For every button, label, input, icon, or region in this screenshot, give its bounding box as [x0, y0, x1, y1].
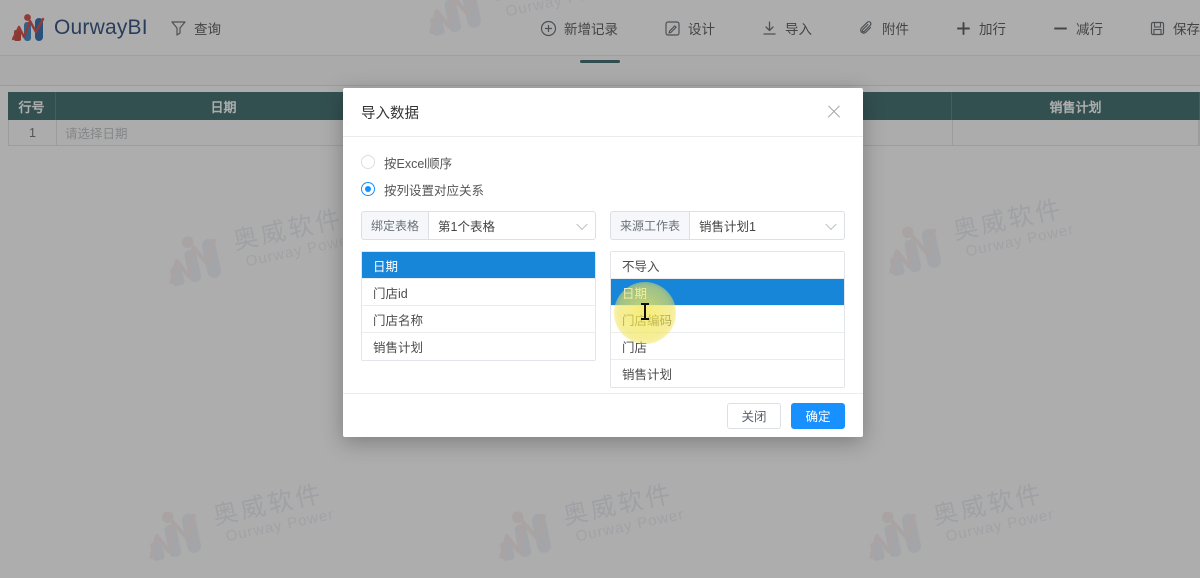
close-button[interactable]: 关闭 [727, 403, 781, 429]
list-item[interactable]: 日期 [611, 279, 844, 306]
bind-table-label: 绑定表格 [361, 211, 428, 240]
radio-dot-selected [361, 182, 375, 196]
bind-table-select[interactable]: 第1个表格 [428, 211, 596, 240]
source-sheet-select-group[interactable]: 来源工作表 销售计划1 [610, 211, 845, 240]
chevron-down-icon [576, 218, 587, 229]
list-item[interactable]: 不导入 [611, 252, 844, 279]
bind-table-select-group[interactable]: 绑定表格 第1个表格 [361, 211, 596, 240]
source-sheet-value: 销售计划1 [699, 216, 756, 235]
source-column: 来源工作表 销售计划1 不导入 日期 门店编码 门店 销售计划 [610, 211, 845, 388]
import-data-dialog: 导入数据 按Excel顺序 按列设置对应关系 绑定表格 第1个表格 [343, 88, 863, 437]
confirm-button[interactable]: 确定 [791, 403, 845, 429]
chevron-down-icon [825, 218, 836, 229]
source-sheet-select[interactable]: 销售计划1 [689, 211, 845, 240]
radio-label: 按列设置对应关系 [384, 180, 484, 199]
dialog-title: 导入数据 [361, 102, 823, 123]
list-item[interactable]: 门店 [611, 333, 844, 360]
list-item[interactable]: 销售计划 [362, 333, 595, 360]
target-field-list: 日期 门店id 门店名称 销售计划 [361, 251, 596, 361]
list-item[interactable]: 门店id [362, 279, 595, 306]
bind-table-value: 第1个表格 [438, 216, 495, 235]
source-field-list: 不导入 日期 门店编码 门店 销售计划 [610, 251, 845, 388]
list-item[interactable]: 日期 [362, 252, 595, 279]
radio-column-mapping[interactable]: 按列设置对应关系 [361, 178, 845, 200]
radio-label: 按Excel顺序 [384, 153, 452, 172]
radio-excel-order[interactable]: 按Excel顺序 [361, 151, 845, 173]
dialog-footer: 关闭 确定 [343, 393, 863, 437]
dialog-body: 按Excel顺序 按列设置对应关系 绑定表格 第1个表格 日期 门店id [343, 137, 863, 388]
dialog-header: 导入数据 [343, 88, 863, 137]
list-item[interactable]: 门店编码 [611, 306, 844, 333]
list-item[interactable]: 销售计划 [611, 360, 844, 387]
close-icon[interactable] [823, 101, 845, 123]
target-column: 绑定表格 第1个表格 日期 门店id 门店名称 销售计划 [361, 211, 596, 388]
list-item[interactable]: 门店名称 [362, 306, 595, 333]
radio-dot [361, 155, 375, 169]
source-sheet-label: 来源工作表 [610, 211, 689, 240]
mapping-columns: 绑定表格 第1个表格 日期 门店id 门店名称 销售计划 来源工作表 [361, 211, 845, 388]
